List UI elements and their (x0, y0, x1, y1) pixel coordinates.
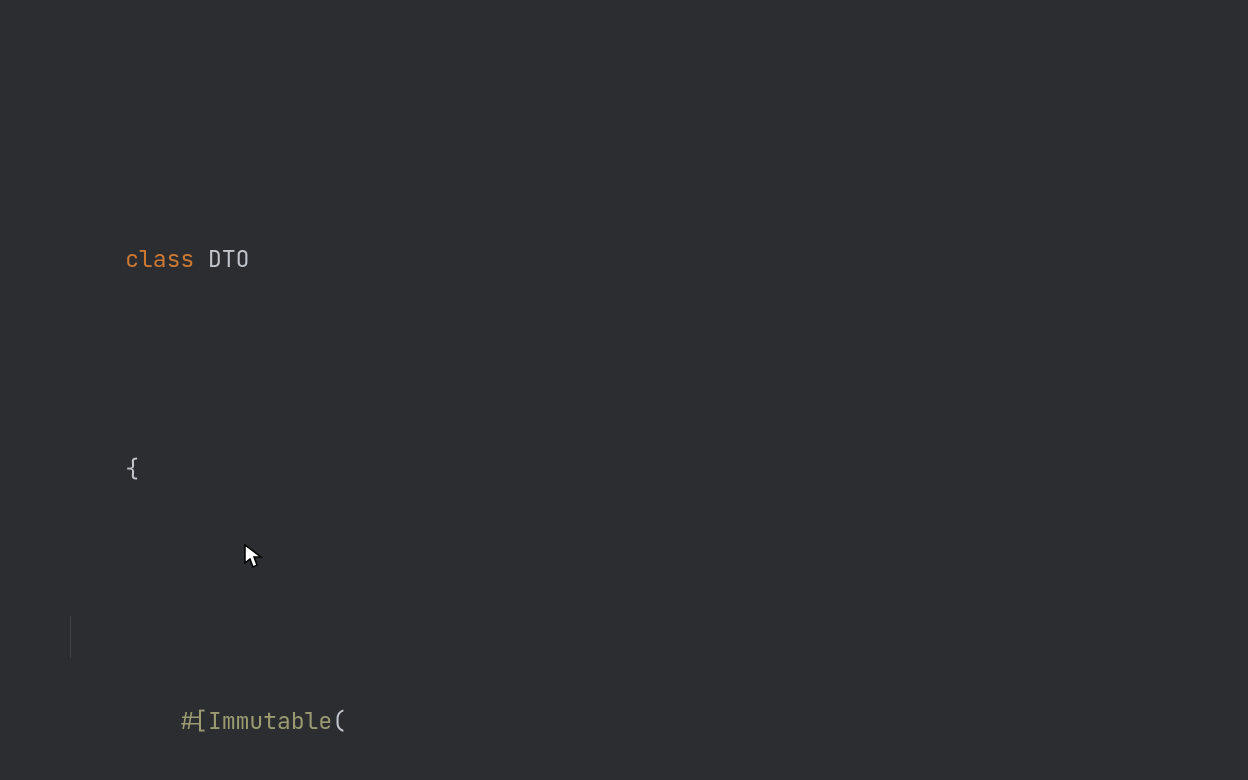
mouse-cursor-icon (188, 498, 208, 524)
paren-open: ( (332, 706, 346, 736)
code-line[interactable]: { (0, 406, 1248, 448)
code-editor[interactable]: class DTO { #[Immutable( Immutable::CONS… (0, 0, 1248, 780)
class-name: DTO (208, 244, 249, 274)
code-line[interactable]: class DTO (0, 196, 1248, 238)
immutable-attribute: Immutable (208, 706, 332, 736)
attribute-open: #[ (180, 706, 208, 736)
code-line[interactable]: #[Immutable( (0, 616, 1248, 658)
keyword-class: class (125, 244, 194, 274)
brace-open: { (125, 454, 139, 484)
